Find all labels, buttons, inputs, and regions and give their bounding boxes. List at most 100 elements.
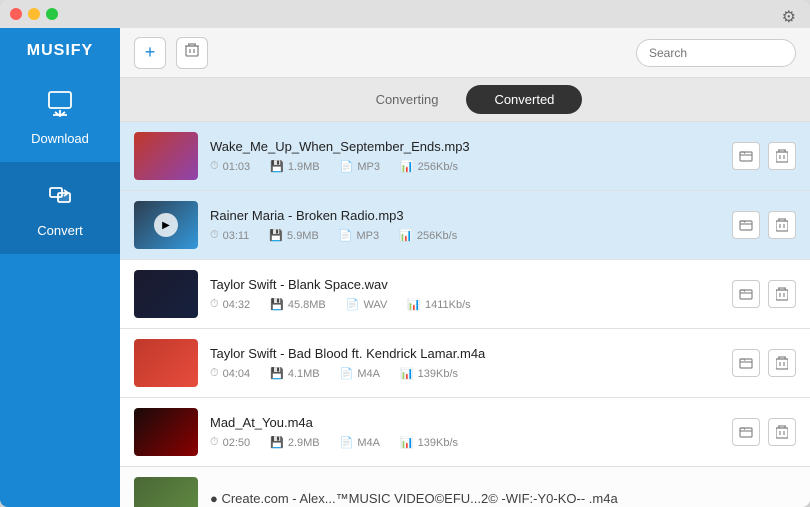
main-content: + [120, 28, 810, 507]
tab-bar: Converting Converted [120, 78, 810, 122]
delete-file-button[interactable] [768, 280, 796, 308]
clock-icon: ⏱ [210, 436, 219, 449]
file-format: 📄 M4A [340, 436, 380, 449]
file-info: Mad_At_You.m4a ⏱ 02:50 💾 2.9MB [210, 415, 720, 449]
tab-converted[interactable]: Converted [466, 85, 582, 114]
file-name: Taylor Swift - Bad Blood ft. Kendrick La… [210, 346, 720, 361]
play-icon: ▶ [154, 213, 178, 237]
file-thumbnail [134, 339, 198, 387]
trash-icon [184, 42, 200, 63]
clock-icon: ⏱ [210, 229, 219, 242]
file-name: Rainer Maria - Broken Radio.mp3 [210, 208, 720, 223]
open-folder-button[interactable] [732, 418, 760, 446]
format-icon: 📄 [340, 160, 354, 173]
sidebar-item-download[interactable]: Download [0, 70, 120, 162]
file-thumbnail: ▶ [134, 201, 198, 249]
size-icon: 💾 [270, 298, 284, 311]
traffic-lights [10, 8, 58, 20]
file-info: Wake_Me_Up_When_September_Ends.mp3 ⏱ 01:… [210, 139, 720, 173]
file-name: Wake_Me_Up_When_September_Ends.mp3 [210, 139, 720, 154]
file-item: Mad_At_You.m4a ⏱ 02:50 💾 2.9MB [120, 398, 810, 467]
file-meta: ⏱ 02:50 💾 2.9MB 📄 M4A [210, 436, 720, 449]
format-icon: 📄 [346, 298, 360, 311]
clock-icon: ⏱ [210, 298, 219, 311]
file-thumbnail [134, 477, 198, 507]
size-icon: 💾 [269, 229, 283, 242]
file-info: Rainer Maria - Broken Radio.mp3 ⏱ 03:11 … [210, 208, 720, 242]
search-input[interactable] [636, 39, 796, 67]
file-actions [732, 280, 796, 308]
file-meta: ⏱ 04:32 💾 45.8MB 📄 WAV [210, 298, 720, 311]
file-bitrate: 📊 139Kb/s [400, 367, 458, 380]
format-icon: 📄 [340, 367, 354, 380]
open-folder-button[interactable] [732, 142, 760, 170]
open-folder-button[interactable] [732, 211, 760, 239]
file-bitrate: 📊 256Kb/s [399, 229, 457, 242]
file-item: ● Create.com - Alex...™MUSIC VIDEO©EFU..… [120, 467, 810, 507]
file-duration: ⏱ 04:32 [210, 298, 250, 311]
convert-label: Convert [37, 223, 83, 238]
file-item: ▶ Rainer Maria - Broken Radio.mp3 ⏱ 03:1… [120, 191, 810, 260]
file-thumbnail [134, 408, 198, 456]
file-format: 📄 WAV [346, 298, 388, 311]
file-thumbnail [134, 132, 198, 180]
settings-icon[interactable]: ⚙ [782, 9, 796, 26]
file-name: Mad_At_You.m4a [210, 415, 720, 430]
delete-file-button[interactable] [768, 349, 796, 377]
add-button[interactable]: + [134, 37, 166, 69]
download-label: Download [31, 131, 89, 146]
file-thumbnail [134, 270, 198, 318]
convert-icon [45, 180, 75, 215]
file-actions [732, 142, 796, 170]
delete-file-button[interactable] [768, 142, 796, 170]
file-duration: ⏱ 01:03 [210, 160, 250, 173]
file-info: Taylor Swift - Blank Space.wav ⏱ 04:32 💾… [210, 277, 720, 311]
sidebar: MUSIFY Download [0, 28, 120, 507]
file-bitrate: 📊 1411Kb/s [407, 298, 470, 311]
format-icon: 📄 [339, 229, 353, 242]
close-button[interactable] [10, 8, 22, 20]
file-actions [732, 418, 796, 446]
file-duration: ⏱ 02:50 [210, 436, 250, 449]
size-icon: 💾 [270, 367, 284, 380]
delete-file-button[interactable] [768, 418, 796, 446]
tab-converting[interactable]: Converting [348, 85, 467, 114]
open-folder-button[interactable] [732, 349, 760, 377]
file-actions [732, 349, 796, 377]
file-size: 💾 1.9MB [270, 160, 320, 173]
plus-icon: + [145, 42, 156, 63]
maximize-button[interactable] [46, 8, 58, 20]
bitrate-icon: 📊 [407, 298, 421, 311]
open-folder-button[interactable] [732, 280, 760, 308]
file-info: ● Create.com - Alex...™MUSIC VIDEO©EFU..… [210, 491, 796, 507]
file-item: Taylor Swift - Bad Blood ft. Kendrick La… [120, 329, 810, 398]
file-size: 💾 45.8MB [270, 298, 326, 311]
file-duration: ⏱ 03:11 [210, 229, 249, 242]
file-duration: ⏱ 04:04 [210, 367, 250, 380]
app-body: MUSIFY Download [0, 28, 810, 507]
file-meta: ⏱ 04:04 💾 4.1MB 📄 M4A [210, 367, 720, 380]
format-icon: 📄 [340, 436, 354, 449]
file-item: Wake_Me_Up_When_September_Ends.mp3 ⏱ 01:… [120, 122, 810, 191]
file-meta: ⏱ 03:11 💾 5.9MB 📄 MP3 [210, 229, 720, 242]
file-size: 💾 5.9MB [269, 229, 319, 242]
file-format: 📄 M4A [340, 367, 380, 380]
file-bitrate: 📊 256Kb/s [400, 160, 458, 173]
delete-file-button[interactable] [768, 211, 796, 239]
bitrate-icon: 📊 [400, 160, 414, 173]
delete-all-button[interactable] [176, 37, 208, 69]
file-format: 📄 MP3 [339, 229, 379, 242]
toolbar: + [120, 28, 810, 78]
file-name: Taylor Swift - Blank Space.wav [210, 277, 720, 292]
app-window: ⚙ MUSIFY Download [0, 0, 810, 507]
bitrate-icon: 📊 [400, 367, 414, 380]
title-bar: ⚙ [0, 0, 810, 28]
file-name: ● Create.com - Alex...™MUSIC VIDEO©EFU..… [210, 491, 796, 506]
sidebar-item-convert[interactable]: Convert [0, 162, 120, 254]
clock-icon: ⏱ [210, 160, 219, 173]
minimize-button[interactable] [28, 8, 40, 20]
file-actions [732, 211, 796, 239]
file-info: Taylor Swift - Bad Blood ft. Kendrick La… [210, 346, 720, 380]
file-item: Taylor Swift - Blank Space.wav ⏱ 04:32 💾… [120, 260, 810, 329]
file-meta: ⏱ 01:03 💾 1.9MB 📄 MP3 [210, 160, 720, 173]
